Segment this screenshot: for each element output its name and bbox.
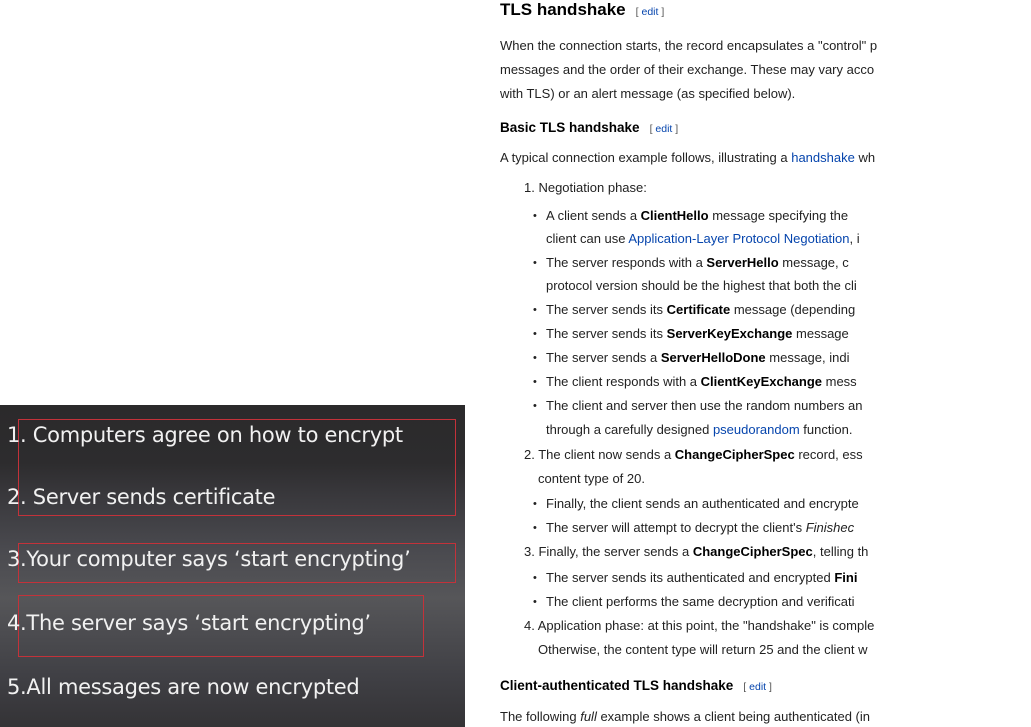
subsection-title: Client-authenticated TLS handshake — [500, 678, 734, 693]
list-step-2: 2. The client now sends a ChangeCipherSp… — [524, 447, 863, 462]
list-item: A client sends a ClientHello message spe… — [533, 206, 848, 226]
edit-link[interactable]: [ edit ] — [636, 6, 665, 18]
list-item: The client responds with a ClientKeyExch… — [533, 372, 857, 392]
pseudorandom-link[interactable]: pseudorandom — [713, 422, 800, 437]
wiki-article: TLS handshake [ edit ] When the connectio… — [500, 0, 1031, 727]
list-step-1: 1. Negotiation phase: — [524, 180, 647, 195]
alpn-link[interactable]: Application-Layer Protocol Negotiation — [628, 231, 849, 246]
handshake-link[interactable]: handshake — [791, 150, 855, 165]
slide-image: 1. Computers agree on how to encrypt 2. … — [0, 405, 465, 727]
section-heading: TLS handshake [ edit ] — [500, 0, 664, 22]
intro-line: with TLS) or an alert message (as specif… — [500, 86, 796, 101]
list-item: The client and server then use the rando… — [533, 396, 862, 416]
slide-item-text: 3.Your computer says ‘start encrypting’ — [7, 547, 411, 571]
list-item: The server will attempt to decrypt the c… — [533, 518, 854, 538]
list-item: The server sends its Certificate message… — [533, 300, 855, 320]
intro-line: messages and the order of their exchange… — [500, 62, 875, 77]
list-item-cont: through a carefully designed pseudorando… — [546, 422, 853, 437]
list-item: The client performs the same decryption … — [533, 592, 855, 612]
paragraph-line: A typical connection example follows, il… — [500, 150, 876, 165]
list-step-4: 4. Application phase: at this point, the… — [524, 618, 875, 633]
list-item: The server sends a ServerHelloDone messa… — [533, 348, 850, 368]
list-step-cont: Otherwise, the content type will return … — [538, 642, 868, 657]
subsection-title: Basic TLS handshake — [500, 120, 640, 135]
list-item-cont: protocol version should be the highest t… — [546, 278, 857, 293]
list-step-cont: content type of 20. — [538, 471, 645, 486]
list-item-cont: client can use Application-Layer Protoco… — [546, 231, 860, 246]
section-title: TLS handshake — [500, 0, 626, 19]
slide-item-text: 1. Computers agree on how to encrypt — [7, 423, 403, 447]
list-item: The server sends its ServerKeyExchange m… — [533, 324, 849, 344]
subsection-heading: Client-authenticated TLS handshake [ edit… — [500, 676, 772, 697]
paragraph-line: The following full example shows a clien… — [500, 709, 871, 724]
slide-item-text: 4.The server says ‘start encrypting’ — [7, 611, 371, 635]
slide-item-text: 5.All messages are now encrypted — [7, 675, 360, 699]
list-item: Finally, the client sends an authenticat… — [533, 494, 859, 514]
list-step-3: 3. Finally, the server sends a ChangeCip… — [524, 544, 869, 559]
list-item: The server sends its authenticated and e… — [533, 568, 857, 588]
slide-item-text: 2. Server sends certificate — [7, 485, 276, 509]
subsection-heading: Basic TLS handshake [ edit ] — [500, 118, 678, 139]
intro-line: When the connection starts, the record e… — [500, 38, 878, 53]
list-item: The server responds with a ServerHello m… — [533, 253, 849, 273]
edit-link[interactable]: [ edit ] — [650, 123, 679, 135]
edit-link[interactable]: [ edit ] — [743, 681, 772, 693]
